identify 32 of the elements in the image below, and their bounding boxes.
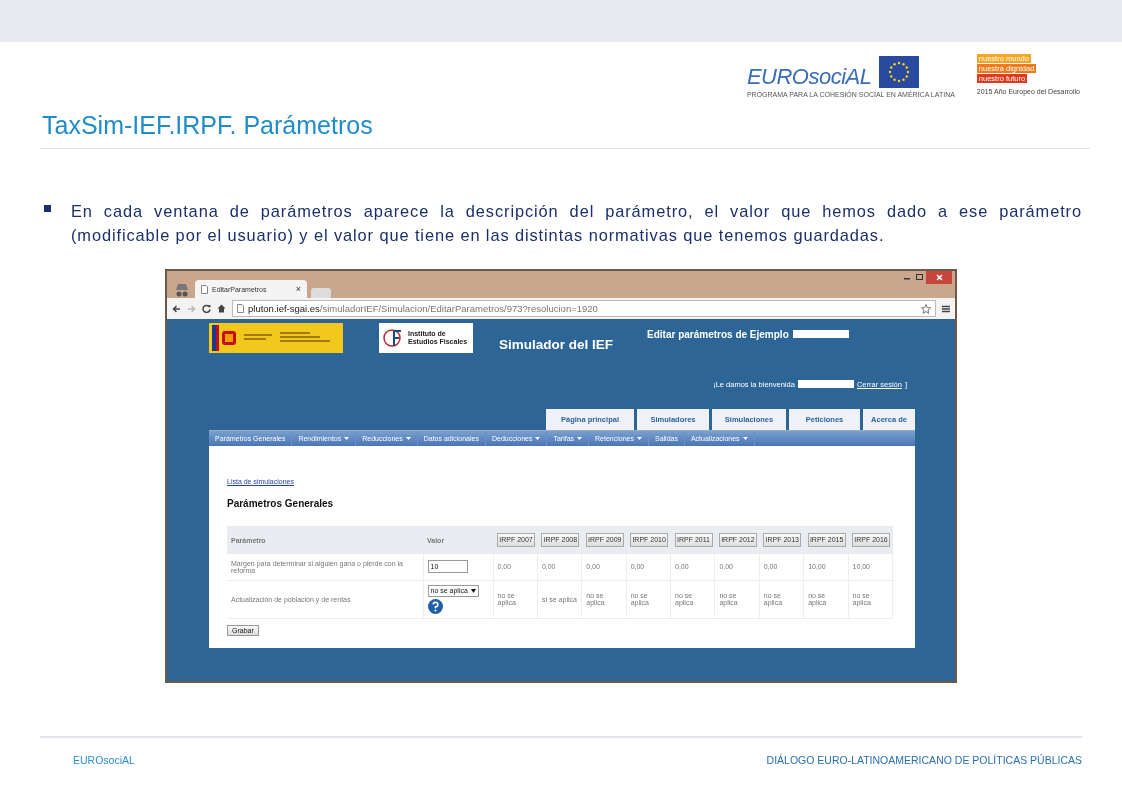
star-icon[interactable] (921, 303, 931, 314)
bullet-icon (44, 205, 51, 212)
caret-icon (470, 588, 476, 593)
home-icon[interactable] (217, 304, 226, 313)
back-icon[interactable] (172, 304, 181, 313)
redaction-block (792, 330, 849, 338)
menu-icon[interactable] (942, 304, 950, 313)
site-title: Simulador del IEF (499, 337, 614, 354)
page-icon (237, 304, 244, 313)
footer-left: EUROsociAL (73, 754, 135, 766)
close-tab-button[interactable]: × (295, 284, 301, 294)
eu-flag-icon (879, 56, 920, 88)
logo-wordmark: EUROsociAL (746, 66, 872, 88)
reload-icon[interactable] (202, 304, 211, 313)
caret-icon (405, 437, 411, 440)
caret-icon (742, 437, 748, 440)
caret-icon (637, 437, 642, 440)
page-icon (201, 284, 208, 294)
slide-title: TaxSim-IEF.IRPF. Parámetros (42, 110, 374, 140)
edit-title: Editar parámetros de Ejemplo (647, 328, 789, 340)
caret-icon (535, 437, 541, 440)
caret-icon (344, 437, 350, 440)
help-icon[interactable] (427, 598, 443, 614)
address-bar[interactable]: pluton.ief-sgai.es/simuladorIEF/Simulacion/EditarParametros/973?resolucion=1920 (232, 300, 936, 317)
section-heading: Parámetros Generales (227, 498, 335, 509)
caret-icon (577, 437, 583, 440)
maximize-icon[interactable] (913, 271, 926, 283)
close-icon[interactable] (926, 271, 952, 284)
footer-right: DIÁLOGO EURO-LATINOAMERICANO DE POLÍTICAS PÚBLICAS (766, 754, 1082, 766)
incognito-icon (173, 282, 191, 298)
bullet-text: En cada ventana de parámetros aparece la descripción del parámetro, el valor que hemos dado a ese parámetro (modificable por el usuario) y el valor que tiene en las distintas normativas que tenemos guardadas. (71, 201, 1082, 246)
redaction-block (797, 380, 854, 388)
